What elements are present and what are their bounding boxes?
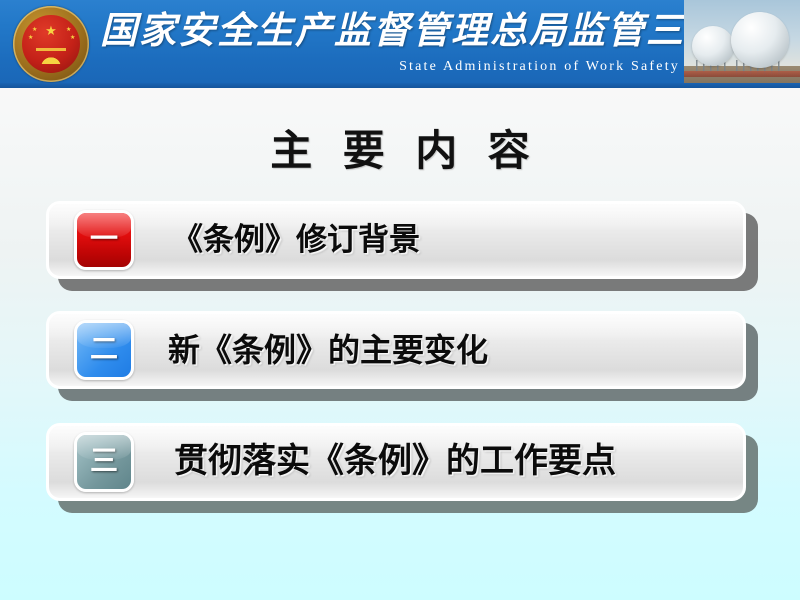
emblem-small-star-icon: ★ [28, 35, 34, 41]
emblem-small-star-icon: ★ [66, 27, 72, 33]
row-label: 新《条例》的主要变化 [168, 332, 489, 368]
banner-subtitle-en: State Administration of Work Safety [399, 59, 680, 74]
presentation-slide: ★ ★ ★ ★ ★ 国家安全生产监督管理总局监管三司 State Adminis… [0, 0, 800, 600]
national-emblem-icon: ★ ★ ★ ★ ★ [13, 6, 89, 82]
photo-base-structure [684, 71, 800, 77]
row-label: 《条例》修订背景 [172, 222, 420, 257]
page-title: 主 要 内 容 [270, 129, 540, 175]
header-banner: ★ ★ ★ ★ ★ 国家安全生产监督管理总局监管三司 State Adminis… [0, 0, 800, 88]
banner-title-cn: 国家安全生产监督管理总局监管三司 [100, 11, 724, 52]
emblem-big-star-icon: ★ [45, 23, 57, 38]
content-row[interactable]: 二 新《条例》的主要变化 [46, 311, 758, 401]
badge-one: 一 [74, 210, 134, 270]
spherical-tank [692, 26, 734, 66]
badge-two: 二 [74, 320, 134, 380]
content-row[interactable]: 一 《条例》修订背景 [46, 201, 758, 291]
storage-tanks-photo [684, 0, 800, 88]
emblem-small-star-icon: ★ [70, 35, 76, 41]
spherical-tank [731, 12, 789, 68]
banner-bottom-edge [0, 83, 800, 88]
emblem-inner-disc: ★ ★ ★ ★ ★ [22, 15, 80, 73]
emblem-gate-icon [36, 48, 66, 64]
badge-three: 三 [74, 432, 134, 492]
row-label: 贯彻落实《条例》的工作要点 [174, 443, 616, 480]
content-row[interactable]: 三 贯彻落实《条例》的工作要点 [46, 423, 758, 513]
emblem-small-star-icon: ★ [32, 27, 38, 33]
